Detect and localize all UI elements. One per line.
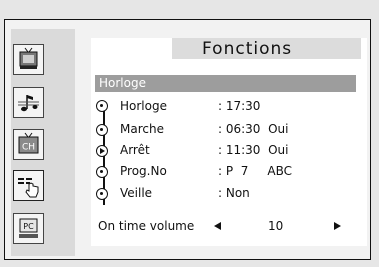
setting-row-marche[interactable]: Marche : 06:30 Oui [92,120,354,138]
sidebar-item-channel-label: CH [22,143,35,153]
setting-row-horloge[interactable]: Horloge : 17:30 [92,97,354,115]
function-hand-icon [18,178,39,198]
music-note-icon [18,95,39,112]
sidebar-item-pc[interactable]: PC [13,213,44,244]
setting-value: : P 7 ABC [218,164,293,178]
sidebar-item-function[interactable] [13,170,44,201]
volume-value: 10 [268,219,284,233]
tv-channel-icon: CH [18,132,39,154]
on-time-volume-row[interactable]: On time volume 10 [98,217,358,235]
menu-title: Fonctions [202,39,293,59]
sidebar-item-channel[interactable]: CH [13,129,44,160]
setting-label: Marche [120,122,164,136]
setting-label: Horloge [120,99,167,113]
setting-value: : Non [218,186,250,200]
setting-label: Arrêt [120,143,150,157]
tv-picture-icon [19,47,38,69]
arrow-right-icon[interactable] [334,222,341,230]
setting-value: : 06:30 Oui [218,122,289,136]
section-header: Horloge [95,75,356,92]
arrow-left-icon[interactable] [214,222,221,230]
sidebar-item-sound[interactable] [13,87,44,118]
setting-value: : 11:30 Oui [218,143,289,157]
setting-label: Veille [120,186,153,200]
setting-row-arret[interactable]: Arrêt : 11:30 Oui [92,141,354,159]
volume-label: On time volume [98,219,195,233]
setting-label: Prog.No [120,164,167,178]
sidebar-item-picture[interactable] [13,44,44,75]
setting-value: : 17:30 [218,99,261,113]
setting-row-prog-no[interactable]: Prog.No : P 7 ABC [92,162,354,180]
sidebar-item-pc-label: PC [23,222,34,231]
setting-row-veille[interactable]: Veille : Non [92,184,354,202]
pc-icon: PC [19,218,38,238]
